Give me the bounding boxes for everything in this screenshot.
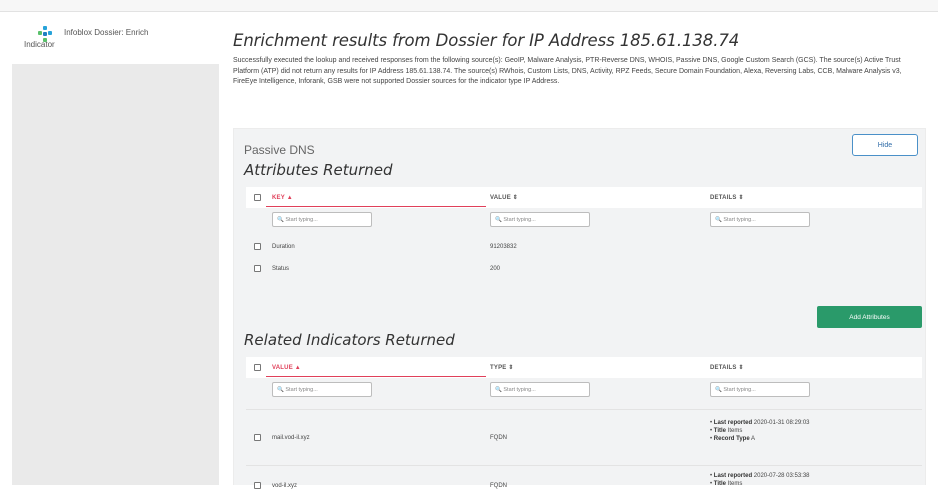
row-indicator-value: vod-il.xyz xyxy=(272,483,298,489)
table-row[interactable]: Status 200 xyxy=(246,263,922,277)
table-row[interactable]: Duration 91203832 xyxy=(246,241,922,255)
top-bar xyxy=(0,0,938,12)
row-indicator-type: FQDN xyxy=(490,483,507,489)
page-title: Enrichment results from Dossier for IP A… xyxy=(233,31,740,50)
details-filter-input[interactable]: 🔍 Start typing... xyxy=(710,382,810,397)
select-all-checkbox[interactable] xyxy=(254,364,261,371)
sidebar: Infoblox Dossier: Enrich Indicator xyxy=(12,12,219,485)
type-filter-input[interactable]: 🔍 Start typing... xyxy=(490,382,590,397)
row-value: 200 xyxy=(490,266,501,272)
details-filter-input[interactable]: 🔍 Start typing... xyxy=(710,212,810,227)
row-details: Last reported 2020-01-31 08:29:03 Title … xyxy=(710,419,810,443)
attributes-section-title: Attributes Returned xyxy=(244,161,393,179)
row-checkbox[interactable] xyxy=(254,434,261,441)
passive-dns-panel: Passive DNS Hide Attributes Returned KEY… xyxy=(233,128,926,489)
detail-item: Title Items xyxy=(710,427,810,435)
sort-underline xyxy=(266,206,486,207)
detail-item: Last reported 2020-01-31 08:29:03 xyxy=(710,419,810,427)
add-attributes-button[interactable]: Add Attributes xyxy=(817,306,922,328)
row-checkbox[interactable] xyxy=(254,482,261,489)
detail-item: Record Type A xyxy=(710,435,810,443)
table-row[interactable]: mail.vod-il.xyz FQDN Last reported 2020-… xyxy=(246,413,922,463)
related-filter-row: 🔍 Start typing... 🔍 Start typing... 🔍 St… xyxy=(246,379,922,401)
column-value[interactable]: VALUE ⇕ xyxy=(490,187,518,208)
value-filter-input[interactable]: 🔍 Start typing... xyxy=(272,382,372,397)
column-value[interactable]: VALUE ▲ xyxy=(272,357,301,378)
column-key[interactable]: KEY ▲ xyxy=(272,187,293,208)
row-key: Duration xyxy=(272,244,295,250)
row-checkbox[interactable] xyxy=(254,265,261,272)
row-divider xyxy=(246,465,922,466)
related-section-title: Related Indicators Returned xyxy=(244,331,455,349)
row-key: Status xyxy=(272,266,290,272)
hide-button[interactable]: Hide xyxy=(852,134,918,156)
row-details: Last reported 2020-07-28 03:53:38 Title … xyxy=(710,472,810,488)
related-table-header: VALUE ▲ TYPE ⇕ DETAILS ⇕ xyxy=(246,357,922,378)
row-indicator-value: mail.vod-il.xyz xyxy=(272,435,310,441)
sort-underline xyxy=(266,376,486,377)
table-row[interactable]: vod-il.xyz FQDN Last reported 2020-07-28… xyxy=(246,469,922,489)
detail-item: Title Items xyxy=(710,480,810,488)
row-value: 91203832 xyxy=(490,244,517,250)
detail-item: Last reported 2020-07-28 03:53:38 xyxy=(710,472,810,480)
main-content: Enrichment results from Dossier for IP A… xyxy=(231,12,931,489)
key-filter-input[interactable]: 🔍 Start typing... xyxy=(272,212,372,227)
select-all-checkbox[interactable] xyxy=(254,194,261,201)
panel-label: Passive DNS xyxy=(244,143,315,157)
value-filter-input[interactable]: 🔍 Start typing... xyxy=(490,212,590,227)
row-checkbox[interactable] xyxy=(254,243,261,250)
result-description: Successfully executed the lookup and rec… xyxy=(233,57,902,85)
sidebar-header[interactable]: Infoblox Dossier: Enrich Indicator xyxy=(12,12,219,64)
attributes-table-header: KEY ▲ VALUE ⇕ DETAILS ⇕ xyxy=(246,187,922,208)
infoblox-logo-icon xyxy=(38,26,52,42)
column-details[interactable]: DETAILS ⇕ xyxy=(710,357,744,378)
row-divider xyxy=(246,409,922,410)
column-details[interactable]: DETAILS ⇕ xyxy=(710,187,744,208)
row-indicator-type: FQDN xyxy=(490,435,507,441)
column-type[interactable]: TYPE ⇕ xyxy=(490,357,514,378)
attributes-filter-row: 🔍 Start typing... 🔍 Start typing... 🔍 St… xyxy=(246,209,922,231)
